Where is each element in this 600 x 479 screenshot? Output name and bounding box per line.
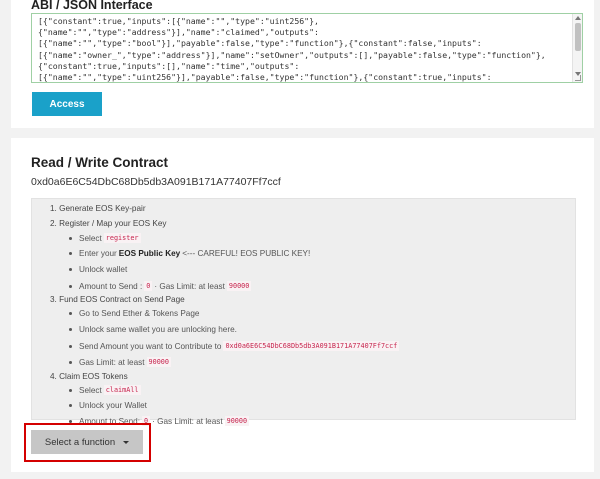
item-text: Gas Limit: at least xyxy=(79,357,145,367)
access-button[interactable]: Access xyxy=(32,92,102,116)
scroll-up-arrow-icon[interactable] xyxy=(575,16,581,20)
item-text: Enter your xyxy=(79,249,117,258)
item-text: Send Amount you want to Contribute to xyxy=(79,341,222,351)
contract-address: 0xd0a6E6C54DbC68Db5db3A091B171A77407Ff7c… xyxy=(31,176,281,188)
abi-line: {"constant":true,"inputs":[],"name":"tim… xyxy=(38,60,300,71)
item-text: Unlock wallet xyxy=(79,265,128,274)
read-write-card: Read / Write Contract 0xd0a6E6C54DbC68Db… xyxy=(11,138,594,472)
read-write-title: Read / Write Contract xyxy=(31,155,169,170)
step-1: 1. Generate EOS Key-pair xyxy=(50,204,146,213)
code-gas: 90000 xyxy=(226,281,252,291)
bullet-icon xyxy=(69,388,72,392)
bullet-icon xyxy=(69,404,72,407)
step-text: 1. Generate EOS Key-pair xyxy=(50,204,146,213)
abi-textarea[interactable]: [{"constant":true,"inputs":[{"name":"","… xyxy=(31,13,583,83)
item-text: Unlock your Wallet xyxy=(79,401,147,410)
item-text: Amount to Send : xyxy=(79,281,143,291)
item-text: Select xyxy=(79,233,102,243)
code-register: register xyxy=(103,233,141,243)
bullet-icon xyxy=(69,328,72,331)
step-4: 4. Claim EOS Tokens xyxy=(50,372,128,381)
list-item: Select register xyxy=(69,233,143,243)
item-text: · Gas Limit: at least xyxy=(154,281,225,291)
caret-down-icon xyxy=(123,440,130,444)
list-item: Go to Send Ether & Tokens Page xyxy=(69,309,199,318)
list-item: Amount to Send :0 · Gas Limit: at least 90… xyxy=(69,281,253,291)
abi-line: [{"constant":true,"inputs":[{"name":"","… xyxy=(38,16,319,26)
step-text: 2. Register / Map your EOS Key xyxy=(50,219,167,228)
abi-line: {"name":"","type":"address"}],"name":"cl… xyxy=(38,27,319,38)
abi-title: ABI / JSON Interface xyxy=(31,0,153,12)
abi-line: [{"name":"","type":"bool"}],"payable":fa… xyxy=(38,38,482,49)
item-text: Unlock same wallet you are unlocking her… xyxy=(79,325,237,334)
item-text: Select xyxy=(79,385,102,395)
scroll-thumb[interactable] xyxy=(575,23,581,51)
code-gas: 90000 xyxy=(146,357,171,367)
list-item: Select claimAll xyxy=(69,385,143,395)
eos-public-key-label: EOS Public Key xyxy=(118,249,181,258)
abi-text: [{"constant":true,"inputs":[{"name":"","… xyxy=(38,16,568,83)
step-2: 2. Register / Map your EOS Key xyxy=(50,219,167,228)
list-item: Unlock your Wallet xyxy=(69,401,147,410)
item-text: <--- CAREFUL! EOS PUBLIC KEY! xyxy=(182,249,311,258)
select-function-dropdown[interactable]: Select a function xyxy=(31,430,143,454)
resize-handle-icon[interactable] xyxy=(575,75,581,81)
step-3: 3. Fund EOS Contract on Send Page xyxy=(50,295,185,304)
bullet-icon xyxy=(69,236,72,240)
list-item: Unlock wallet xyxy=(69,265,127,274)
abi-card: ABI / JSON Interface [{"constant":true,"… xyxy=(11,0,594,128)
list-item: Unlock same wallet you are unlocking her… xyxy=(69,325,237,334)
step-text: 3. Fund EOS Contract on Send Page xyxy=(50,295,185,304)
dropdown-label: Select a function xyxy=(44,436,116,448)
bullet-icon xyxy=(69,360,72,364)
instructions-panel: 1. Generate EOS Key-pair 2. Register / M… xyxy=(31,198,576,426)
bullet-icon xyxy=(69,344,72,348)
list-item: Gas Limit: at least 90000 xyxy=(69,357,173,367)
abi-scrollbar[interactable] xyxy=(572,14,582,82)
list-item: Send Amount you want to Contribute to 0xd… xyxy=(69,341,401,351)
item-text: Go to Send Ether & Tokens Page xyxy=(79,309,200,318)
item-text: · Gas Limit: at least xyxy=(152,416,223,426)
abi-line: [{"name":"","type":"uint256"}],"payable"… xyxy=(38,72,492,83)
code-claimall: claimAll xyxy=(103,385,141,395)
code-amount: 0 xyxy=(144,281,153,291)
abi-line: [{"name":"owner_","type":"address"}],"na… xyxy=(38,49,546,60)
step-text: 4. Claim EOS Tokens xyxy=(50,372,128,381)
code-gas: 90000 xyxy=(224,416,250,426)
code-contract-address: 0xd0a6E6C54DbC68Db5db3A091B171A77407Ff7c… xyxy=(223,341,400,351)
bullet-icon xyxy=(69,268,72,271)
bullet-icon xyxy=(69,252,72,255)
bullet-icon xyxy=(69,284,72,288)
list-item: Enter your EOS Public Key <--- CAREFUL! EO… xyxy=(69,249,310,258)
bullet-icon xyxy=(69,312,72,315)
